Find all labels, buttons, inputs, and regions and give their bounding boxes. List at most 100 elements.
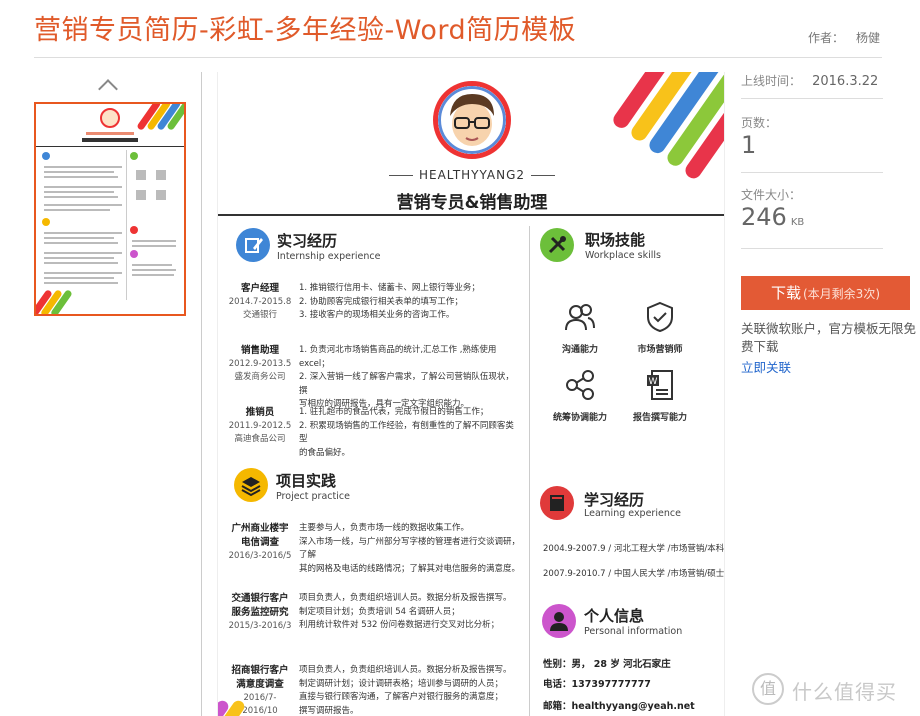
internship-icon	[236, 228, 270, 262]
education-item: 2007.9-2010.7 / 中国人民大学 /市场营销/硕士	[543, 569, 725, 579]
job-description: 1. 驻扎超市的食品代表，完成节假日的销售工作； 2. 积累现场销售的工作经验，有…	[299, 406, 521, 460]
description-line: 主要参与人，负责市场一线的数据收集工作。	[299, 523, 470, 533]
job-date: 2011.9-2012.5	[228, 421, 292, 431]
shield-check-icon	[647, 301, 673, 333]
skill-label: 统筹协调能力	[552, 413, 607, 423]
thumbnail-preview	[36, 104, 184, 314]
resume-name-text: HEALTHYYANG2	[418, 168, 526, 182]
viewer-divider	[201, 72, 202, 716]
name-line-left	[388, 175, 413, 176]
skill-item: W 报告撰写能力	[624, 368, 696, 423]
author-info: 作者： 杨健	[808, 29, 880, 46]
project-meta: 交通银行客户 服务监控研究 2015/3-2016/3	[226, 592, 294, 633]
avatar	[433, 81, 511, 159]
skills-title: 职场技能	[585, 231, 646, 249]
project-name: 满意度调查	[236, 679, 284, 690]
description-line: 1. 驻扎超市的食品代表，完成节假日的销售工作；	[299, 407, 489, 417]
rainbow-bottom-decoration	[218, 700, 245, 716]
project-meta: 广州商业楼宇 电信调查 2016/3-2016/5	[226, 522, 294, 563]
job-date: 2012.9-2013.5	[228, 359, 292, 369]
project-description: 项目负责人，负责组织培训人员。数据分析及报告撰写。 制定调研计划；设计调研表格；培…	[299, 664, 521, 716]
job-date: 2014.7-2015.8	[228, 297, 292, 307]
job-company: 交通银行	[242, 310, 277, 320]
job-company: 盛发商务公司	[234, 372, 286, 382]
description-line: 1. 负责河北市场销售商品的统计,汇总工作 ,熟练使用 excel；	[299, 345, 497, 369]
word-doc-icon: W	[647, 370, 673, 400]
skill-item: 市场营销师	[624, 300, 696, 355]
study-subtitle: Learning experience	[584, 508, 681, 519]
description-line: 制定调研计划；设计调研表格；培训参与调研的人员；	[299, 678, 504, 689]
job-description: 1. 推销银行信用卡、储蓄卡、网上银行等业务； 2. 协助顾客完成银行相关表单的填…	[299, 282, 521, 323]
chevron-up-icon[interactable]	[98, 76, 118, 96]
description-line: 的食品偏好。	[299, 447, 351, 458]
online-date: 上线时间： 2016.3.22	[741, 70, 883, 89]
account-note: 关联微软账户，官方模板无限免费下载	[741, 321, 917, 354]
tools-icon	[548, 236, 566, 254]
internship-subtitle: Internship experience	[277, 251, 381, 262]
size-unit: KB	[790, 217, 805, 228]
skill-label: 沟通能力	[561, 345, 598, 355]
internship-title: 实习经历	[277, 232, 338, 250]
pages-value: 1	[741, 131, 757, 159]
description-line: 深入市场一线，与广州部分写字楼的管理者进行交谈调研，了解	[299, 536, 521, 561]
phone-value: 137397777777	[571, 679, 651, 690]
column-rule	[529, 226, 530, 716]
description-line: 项目负责人，负责组织培训人员。数据分析及报告撰写。	[299, 593, 512, 603]
description-line: 项目负责人，负责组织培训人员。数据分析及报告撰写。	[299, 665, 512, 675]
share-icon	[566, 370, 594, 400]
email-value: healthyyang@yeah.net	[571, 701, 695, 712]
project-title: 项目实践	[276, 472, 337, 490]
study-icon	[540, 486, 574, 520]
rainbow-stripes-decoration	[613, 72, 724, 179]
author-name[interactable]: 杨健	[856, 31, 880, 45]
description-line: 2. 深入营销一线了解客户需求，了解公司营销队伍现状，撰	[299, 372, 514, 396]
filesize-info: 文件大小： 246 KB	[741, 186, 883, 231]
meta-divider	[741, 98, 883, 99]
description-line: 制定项目计划；负责培训 54 名调研人员；	[299, 606, 460, 617]
personal-icon	[542, 604, 576, 638]
resume-role: 营销专员&销售助理	[396, 193, 548, 213]
description-line: 撰写调研报告。	[299, 705, 359, 716]
project-name: 服务监控研究	[231, 607, 289, 618]
edit-icon	[245, 238, 263, 253]
watermark: 值 什么值得买	[752, 672, 902, 708]
education-item: 2004.9-2007.9 / 河北工程大学 /市场营销/本科	[543, 544, 725, 554]
project-description: 项目负责人，负责组织培训人员。数据分析及报告撰写。 制定项目计划；负责培训 54 …	[299, 592, 521, 633]
pages-info: 页数： 1	[741, 114, 883, 159]
size-label: 文件大小：	[741, 188, 802, 202]
description-line: 3. 接收客户的现场相关业务的咨询工作。	[299, 310, 455, 320]
job-title: 销售助理	[240, 345, 279, 356]
svg-text:W: W	[649, 377, 658, 387]
page-thumbnail[interactable]	[34, 102, 186, 316]
skills-icon	[540, 228, 574, 262]
skill-label: 市场营销师	[637, 345, 683, 355]
link-account-link[interactable]: 立即关联	[741, 357, 791, 376]
avatar-face-icon	[438, 86, 506, 154]
project-date: 2015/3-2016/3	[228, 621, 292, 631]
job-meta: 销售助理 2012.9-2013.5 盛发商务公司	[226, 344, 294, 384]
watermark-text: 什么值得买	[792, 680, 897, 704]
download-label: 下载	[770, 284, 801, 302]
description-line: 2. 协助顾客完成银行相关表单的填写工作；	[299, 296, 463, 307]
download-remaining: (本月剩余3次)	[803, 287, 880, 301]
online-value: 2016.3.22	[812, 74, 879, 89]
project-name: 招商银行客户	[231, 665, 289, 676]
meta-divider	[741, 172, 883, 173]
header-rule	[218, 214, 724, 216]
job-company: 高迪食品公司	[234, 434, 286, 444]
thumbnail-rail	[34, 60, 186, 716]
job-title: 客户经理	[240, 283, 279, 294]
email-label: 邮箱：	[543, 701, 572, 712]
name-line-right	[531, 175, 556, 176]
personal-basic: 性别：男， 28 岁 河北石家庄	[543, 659, 671, 670]
personal-title: 个人信息	[584, 607, 645, 625]
personal-phone: 电话：137397777777	[543, 676, 651, 690]
project-date: 2016/3-2016/5	[228, 551, 292, 561]
project-name: 电信调查	[240, 537, 279, 548]
stack-icon	[241, 477, 261, 497]
project-name: 交通银行客户	[231, 593, 289, 604]
download-button[interactable]: 下载 (本月剩余3次)	[741, 276, 910, 310]
description-line: 1. 推销银行信用卡、储蓄卡、网上银行等业务；	[299, 283, 480, 293]
page-title: 营销专员简历-彩虹-多年经验-Word简历模板	[34, 15, 577, 46]
description-line: 利用统计软件对 532 份问卷数据进行交叉对比分析；	[299, 620, 500, 630]
